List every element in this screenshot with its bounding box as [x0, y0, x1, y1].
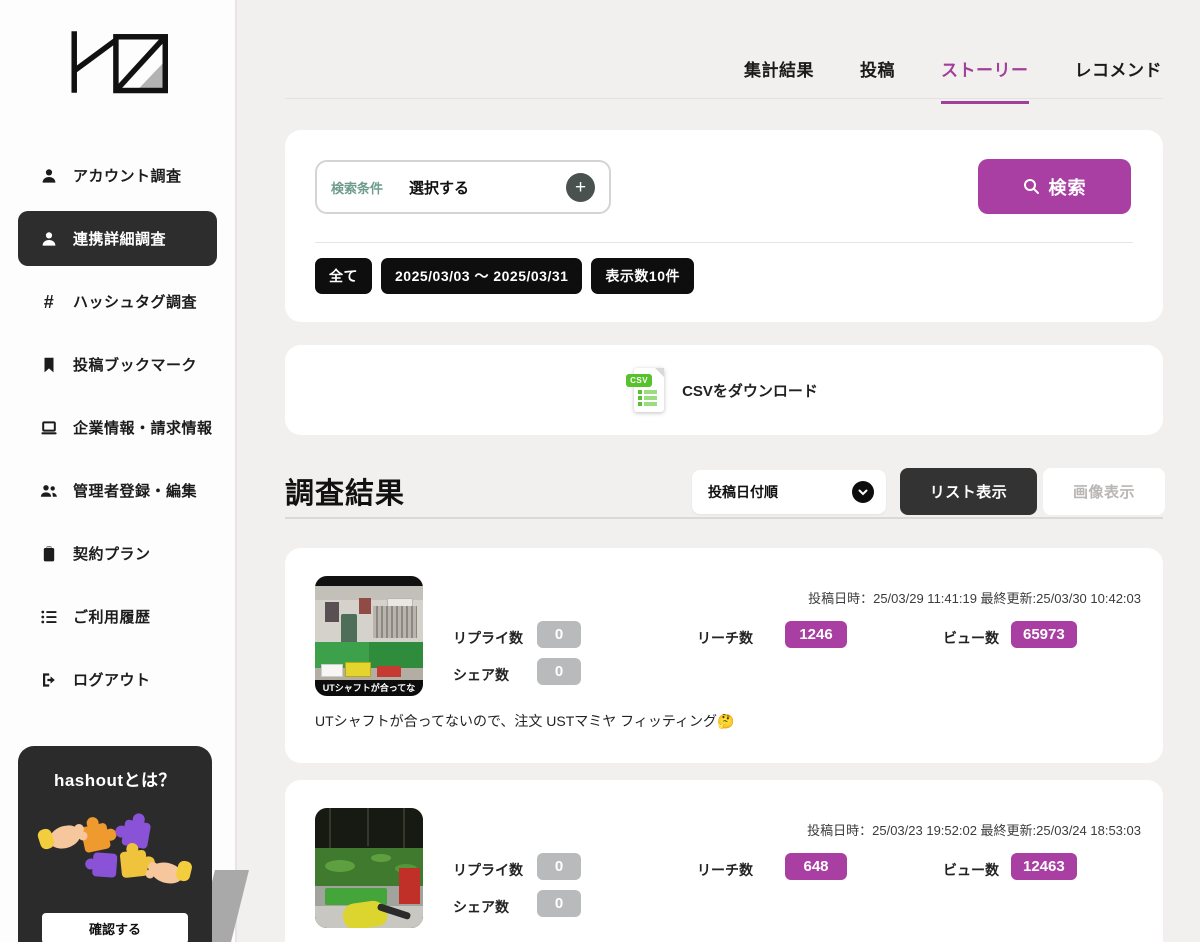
post-thumbnail[interactable]: UTシャフトが合ってな — [315, 576, 423, 696]
reply-count-badge: 0 — [537, 621, 581, 648]
view-count-label: ビュー数 — [943, 860, 999, 880]
search-divider — [315, 242, 1133, 243]
top-tabs: 集計結果 投稿 ストーリー レコメンド — [744, 56, 1162, 104]
sidebar-item-label: ログアウト — [73, 669, 151, 690]
chip-display-count[interactable]: 表示数10件 — [591, 258, 694, 294]
sidebar-item-label: 連携詳細調査 — [73, 228, 166, 249]
share-count-label: シェア数 — [453, 665, 509, 685]
search-condition-value: 選択する — [409, 177, 469, 198]
tab-aggregate-results[interactable]: 集計結果 — [744, 56, 814, 104]
reach-count-badge: 648 — [785, 853, 847, 880]
csv-download-button[interactable]: CSV CSVをダウンロード — [285, 345, 1163, 435]
sidebar-item-label: ご利用履歴 — [73, 606, 151, 627]
result-card: 投稿日時：25/03/23 19:52:02 最終更新:25/03/24 18:… — [285, 780, 1163, 942]
csv-download-label: CSVをダウンロード — [682, 380, 818, 401]
search-condition-select[interactable]: 検索条件 選択する + — [315, 160, 611, 214]
csv-file-icon: CSV — [630, 368, 664, 412]
sidebar: アカウント調査 連携詳細調査 # ハッシュタグ調査 投稿ブックマーク 企業情報・… — [0, 0, 237, 942]
results-heading: 調査結果 — [285, 470, 405, 512]
person-icon — [40, 167, 58, 185]
chevron-down-icon — [852, 481, 874, 503]
csv-badge: CSV — [626, 374, 652, 387]
add-condition-button[interactable]: + — [566, 173, 595, 202]
sidebar-item-linked-detail-research[interactable]: 連携詳細調査 — [18, 211, 217, 266]
tab-posts[interactable]: 投稿 — [860, 56, 895, 104]
list-icon — [40, 608, 58, 626]
tab-stories[interactable]: ストーリー — [941, 56, 1029, 104]
sidebar-item-admin-register-edit[interactable]: 管理者登録・編集 — [18, 463, 217, 518]
sidebar-item-logout[interactable]: ログアウト — [18, 652, 217, 707]
view-count-label: ビュー数 — [943, 628, 999, 648]
promo-confirm-button[interactable]: 確認する — [42, 913, 188, 942]
image-view-button[interactable]: 画像表示 — [1043, 468, 1165, 515]
sidebar-item-account-research[interactable]: アカウント調査 — [18, 148, 217, 203]
bookmark-icon — [40, 356, 58, 374]
sidebar-item-label: 契約プラン — [73, 543, 151, 564]
tab-recommend[interactable]: レコメンド — [1075, 56, 1163, 104]
person-icon — [40, 230, 58, 248]
laptop-icon — [40, 419, 58, 437]
sidebar-nav: アカウント調査 連携詳細調査 # ハッシュタグ調査 投稿ブックマーク 企業情報・… — [0, 140, 235, 715]
reply-count-label: リプライ数 — [453, 860, 523, 880]
reach-count-label: リーチ数 — [697, 628, 753, 648]
sidebar-item-company-billing-info[interactable]: 企業情報・請求情報 — [18, 400, 217, 455]
people-icon — [40, 482, 58, 500]
view-count-badge: 12463 — [1011, 853, 1077, 880]
sidebar-item-label: アカウント調査 — [73, 165, 182, 186]
sort-dropdown[interactable]: 投稿日付順 — [692, 470, 886, 514]
logout-icon — [40, 671, 58, 689]
search-button[interactable]: 検索 — [978, 159, 1131, 214]
list-view-button[interactable]: リスト表示 — [900, 468, 1037, 515]
sidebar-item-label: 管理者登録・編集 — [73, 480, 197, 501]
promo-title: hashoutとは？ — [18, 766, 212, 791]
sidebar-item-usage-history[interactable]: ご利用履歴 — [18, 589, 217, 644]
reply-count-label: リプライ数 — [453, 628, 523, 648]
share-count-label: シェア数 — [453, 897, 509, 917]
reply-count-badge: 0 — [537, 853, 581, 880]
puzzle-hands-illustration — [18, 799, 212, 896]
clipboard-icon — [40, 545, 58, 563]
main-content: 集計結果 投稿 ストーリー レコメンド 検索条件 選択する + 検索 全て 20… — [237, 0, 1200, 942]
sidebar-item-label: 企業情報・請求情報 — [73, 417, 213, 438]
reach-count-label: リーチ数 — [697, 860, 753, 880]
view-count-badge: 65973 — [1011, 621, 1077, 648]
hashout-logo-icon[interactable] — [62, 28, 172, 100]
hashout-promo-card: hashoutとは？ — [18, 746, 212, 942]
sort-dropdown-value: 投稿日付順 — [708, 482, 778, 502]
post-date: 投稿日時：25/03/23 19:52:02 最終更新:25/03/24 18:… — [807, 820, 1141, 839]
sidebar-item-hashtag-research[interactable]: # ハッシュタグ調査 — [18, 274, 217, 329]
tabs-divider — [285, 98, 1163, 99]
post-date: 投稿日時：25/03/29 11:41:19 最終更新:25/03/30 10:… — [808, 588, 1141, 607]
filter-chips: 全て 2025/03/03 ～ 2025/03/31 表示数10件 — [315, 258, 694, 294]
post-caption: UTシャフトが合ってないので、注文 USTマミヤ フィッティング🤔 — [315, 711, 735, 731]
search-panel: 検索条件 選択する + 検索 全て 2025/03/03 ～ 2025/03/3… — [285, 130, 1163, 322]
sidebar-item-contract-plan[interactable]: 契約プラン — [18, 526, 217, 581]
sidebar-item-post-bookmark[interactable]: 投稿ブックマーク — [18, 337, 217, 392]
sidebar-item-label: ハッシュタグ調査 — [73, 291, 197, 312]
search-condition-label: 検索条件 — [331, 178, 383, 197]
post-thumbnail[interactable] — [315, 808, 423, 928]
hashtag-icon: # — [40, 293, 58, 311]
thumbnail-overlay-text: UTシャフトが合ってな — [315, 680, 423, 696]
share-count-badge: 0 — [537, 890, 581, 917]
share-count-badge: 0 — [537, 658, 581, 685]
reach-count-badge: 1246 — [785, 621, 847, 648]
chip-all[interactable]: 全て — [315, 258, 372, 294]
search-button-label: 検索 — [1049, 174, 1087, 200]
search-icon — [1023, 178, 1040, 195]
results-divider — [285, 517, 1163, 519]
sidebar-item-label: 投稿ブックマーク — [73, 354, 197, 375]
chip-date-range[interactable]: 2025/03/03 ～ 2025/03/31 — [381, 258, 582, 294]
result-card: UTシャフトが合ってな 投稿日時：25/03/29 11:41:19 最終更新:… — [285, 548, 1163, 763]
